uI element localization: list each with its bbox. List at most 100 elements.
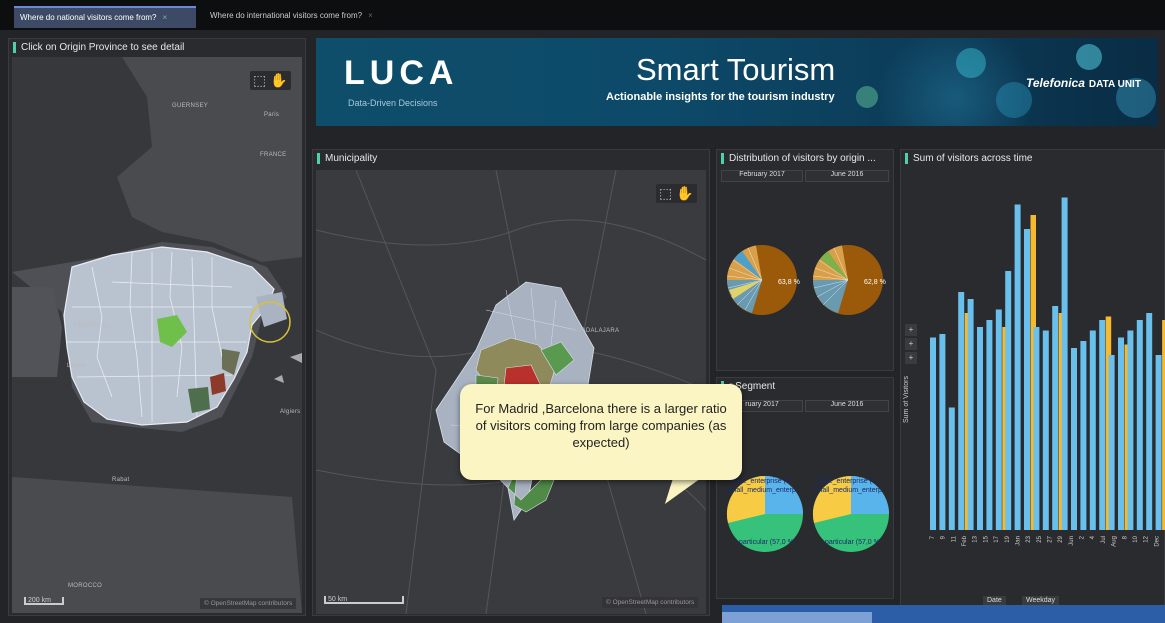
map-scale: 50 km: [324, 596, 404, 604]
x-tick-label: 29: [1058, 535, 1064, 542]
bar-series-1-18[interactable]: [1099, 320, 1106, 530]
label-guadalajara: GUADALAJARA: [572, 328, 620, 334]
origin-pie-label-1: 63,8 %: [778, 279, 800, 286]
luca-tagline: Data-Driven Decisions: [348, 98, 438, 108]
label-rabat: Rabat: [112, 477, 130, 483]
spain-map[interactable]: GUERNSEY Paris FRANCE PORTUGAL Lisbon Al…: [12, 57, 302, 613]
map-scale: 200 km: [24, 597, 64, 605]
label-guernsey: GUERNSEY: [172, 103, 209, 109]
luca-logo: LUCA: [344, 54, 459, 92]
segment-pies[interactable]: large_enterprise (5 small_medium_enterp …: [717, 414, 895, 598]
bar-series-1-9[interactable]: [1014, 204, 1021, 531]
telefonica-logo: Telefonica DATA UNIT: [1026, 76, 1141, 90]
origin-pies[interactable]: 63,8 % 62,8 %: [721, 184, 891, 368]
x-tick-label: Jun: [1069, 536, 1075, 546]
x-tick-label: Jan: [1015, 536, 1021, 546]
tab-label: Where do international visitors come fro…: [210, 11, 363, 20]
bar-series-1-19[interactable]: [1108, 355, 1115, 530]
bar-series-1-1[interactable]: [939, 334, 946, 530]
label-paris: Paris: [264, 112, 280, 118]
label-portugal: PORTUGAL: [74, 323, 110, 329]
annotation-callout: For Madrid ,Barcelona there is a larger …: [460, 384, 742, 480]
bokeh-decoration: [956, 48, 986, 78]
segment-label-particular: particular (57,0 %: [739, 539, 794, 546]
panel-title: Click on Origin Province to see detail: [13, 42, 184, 53]
bar-series-1-10[interactable]: [1024, 229, 1030, 530]
label-lisbon: Lisbon: [67, 363, 87, 369]
label-algiers: Algiers: [280, 409, 301, 415]
x-tick-label: 27: [1048, 535, 1054, 542]
x-tick-label: 8: [1122, 535, 1128, 539]
column-header-jun2016: June 2016: [805, 170, 889, 182]
bar-series-1-3[interactable]: [958, 292, 965, 530]
map-attribution[interactable]: © OpenStreetMap contributors: [602, 597, 699, 608]
bar-series-1-16[interactable]: [1080, 341, 1087, 530]
x-tick-label: 23: [1026, 535, 1032, 542]
x-tick-label: 4: [1090, 535, 1096, 539]
map-attribution[interactable]: © OpenStreetMap contributors: [200, 598, 297, 609]
banner-title: Smart Tourism: [636, 52, 836, 87]
bar-series-1-22[interactable]: [1136, 320, 1143, 530]
zoom-in-button[interactable]: +: [905, 324, 917, 336]
tab-international[interactable]: Where do international visitors come fro…: [204, 6, 414, 28]
segment-label-small: small_medium_enterp: [813, 487, 882, 494]
tab-national[interactable]: Where do national visitors come from? ×: [14, 6, 196, 28]
bokeh-decoration: [856, 86, 878, 108]
bar-series-1-21[interactable]: [1127, 330, 1134, 531]
x-tick-label: Feb: [962, 535, 968, 546]
brand-name: Telefonica: [1026, 76, 1085, 90]
bar-series-1-4[interactable]: [967, 299, 974, 530]
bar-series-1-2[interactable]: [948, 407, 955, 531]
panel-title: Sum of visitors across time: [905, 153, 1032, 164]
bar-series-1-20[interactable]: [1118, 337, 1124, 531]
x-tick-label: 10: [1133, 535, 1139, 542]
bar-series-1-11[interactable]: [1033, 327, 1040, 530]
x-tick-label: 13: [973, 535, 979, 542]
x-tick-label: 25: [1037, 535, 1043, 542]
video-overlay-tab: [722, 612, 872, 623]
segment-label-large: large_enterprise (5: [731, 478, 790, 485]
bar-series-1-6[interactable]: [986, 320, 993, 530]
visitors-bar-chart[interactable]: 7 9 11 Feb 13 15 17 19 Jan 23 25 27 29 Jun 2 4 Jul Aug 8 10…: [920, 170, 1165, 600]
bar-series-1-5[interactable]: [977, 327, 983, 530]
x-tick-label: 12: [1144, 535, 1150, 542]
bar-series-1-17[interactable]: [1089, 330, 1096, 531]
banner-subtitle: Actionable insights for the tourism indu…: [606, 91, 835, 103]
bar-series-1-12[interactable]: [1042, 330, 1049, 531]
tab-bar: Where do national visitors come from? × W…: [0, 0, 1165, 30]
bar-series-1-0[interactable]: [930, 337, 936, 531]
x-tick-label: Dec: [1154, 536, 1160, 547]
x-tick-label: 15: [983, 535, 989, 542]
bar-series-1-23[interactable]: [1146, 313, 1153, 530]
close-icon[interactable]: ×: [368, 11, 373, 20]
lasso-select-icon[interactable]: ⬚ ✋: [250, 71, 291, 90]
bar-series-1-7[interactable]: [995, 309, 1002, 531]
origin-pie-label-2: 62,8 %: [864, 279, 886, 286]
tab-label: Where do national visitors come from?: [20, 13, 157, 22]
bar-series-1-14[interactable]: [1061, 197, 1068, 531]
municipality-panel: Municipality GUADALAJARA ⬚ ✋ 50 km © Ope…: [312, 149, 710, 616]
x-tick-label: 11: [951, 535, 957, 542]
bar-series-1-24[interactable]: [1155, 355, 1162, 530]
segment-label-particular: particular (57,0 %: [825, 539, 880, 546]
smart-tourism-banner: LUCA Data-Driven Decisions Smart Tourism…: [316, 38, 1158, 126]
x-tick-label: 19: [1005, 535, 1011, 542]
origin-province-panel: Click on Origin Province to see detail G…: [8, 38, 306, 616]
segment-label-large: large_enterprise (5: [817, 478, 876, 485]
panel-title: Municipality: [317, 153, 377, 164]
lasso-select-icon[interactable]: ⬚ ✋: [656, 184, 697, 203]
bar-series-1-15[interactable]: [1071, 348, 1077, 530]
dashboard-window: { "tabs": [ {"label": "Where do national…: [0, 0, 1165, 623]
close-icon[interactable]: ×: [163, 13, 168, 22]
x-tick-label: 2: [1080, 535, 1086, 539]
column-header-feb2017: February 2017: [721, 170, 803, 182]
bar-series-1-8[interactable]: [1005, 271, 1012, 530]
column-header-jun2016: June 2016: [805, 400, 889, 412]
x-tick-label: 9: [941, 535, 947, 539]
bar-series-1-13[interactable]: [1052, 306, 1059, 530]
x-tick-label: Jul: [1101, 536, 1107, 544]
segment-label-small: small_medium_enterp: [727, 487, 796, 494]
segment-panel: r Segment ruary 2017 June 2016 large_ent…: [716, 377, 894, 599]
label-morocco: MOROCCO: [68, 583, 103, 589]
zoom-button[interactable]: +: [905, 338, 917, 350]
